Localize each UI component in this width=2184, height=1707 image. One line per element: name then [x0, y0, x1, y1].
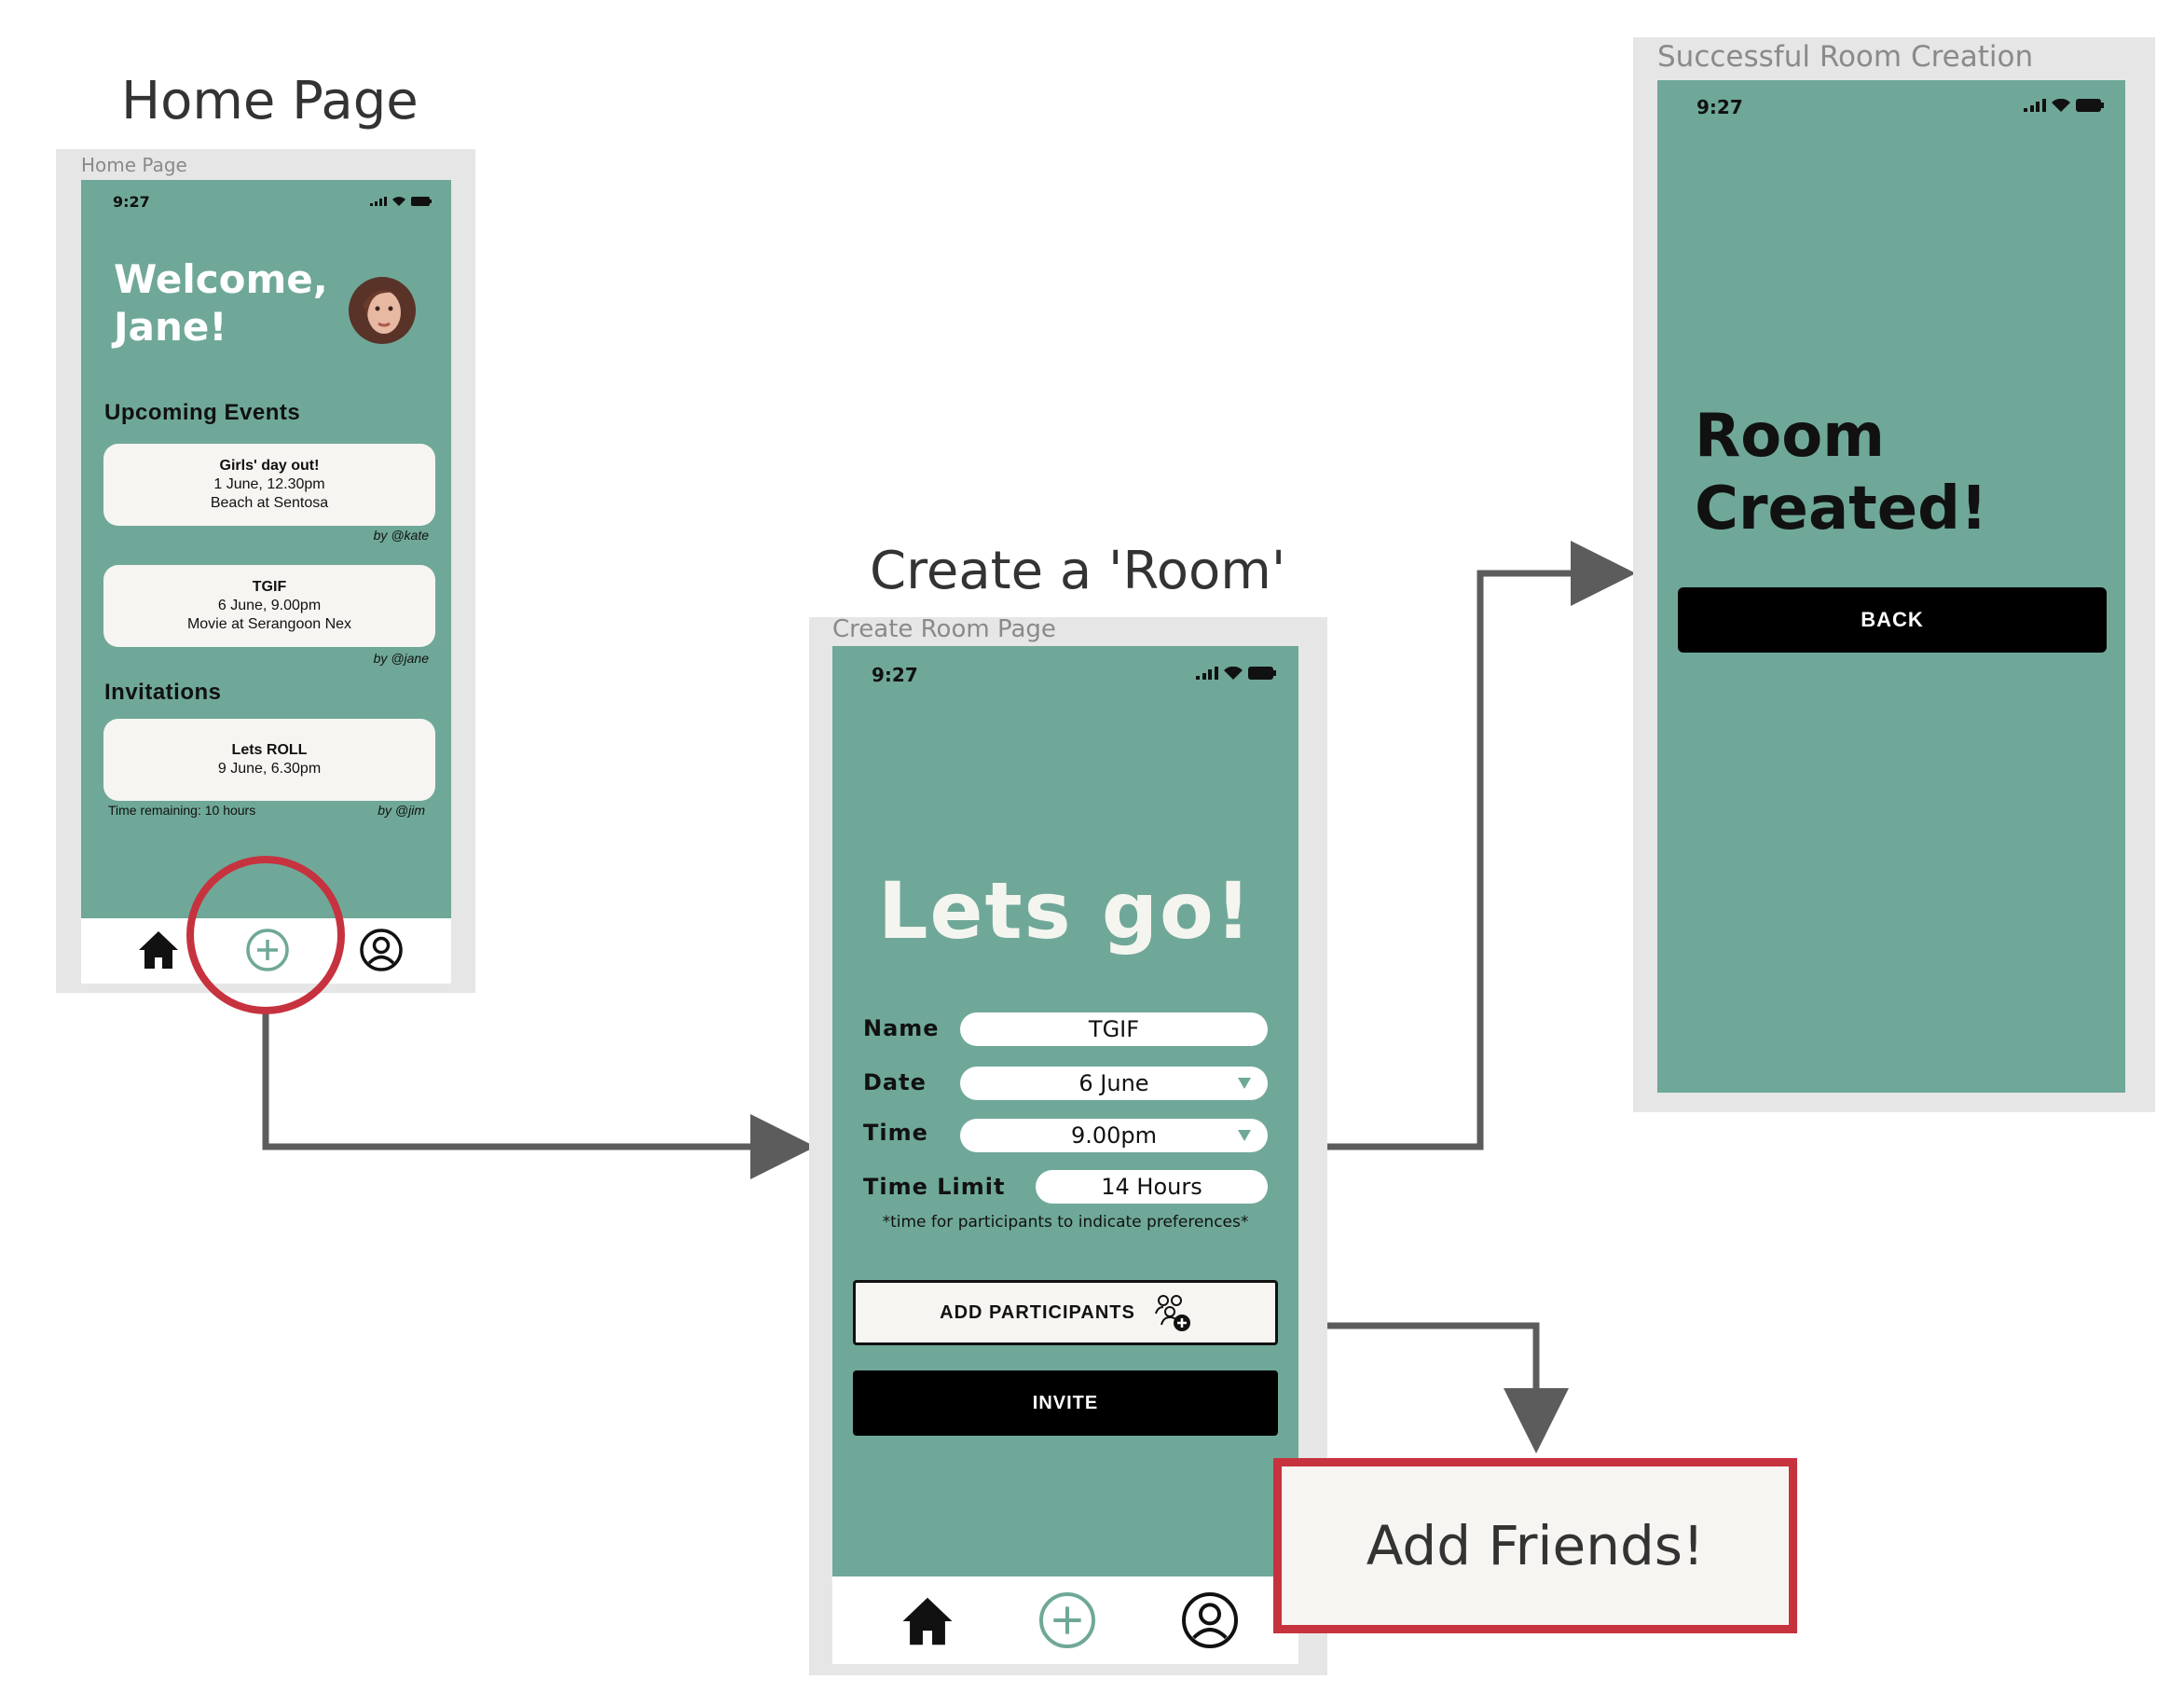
status-time: 9:27 — [113, 193, 150, 211]
wifi-icon — [1224, 667, 1243, 680]
back-button[interactable]: BACK — [1678, 587, 2107, 653]
event-where: Movie at Serangoon Nex — [186, 616, 352, 632]
home-screen: 9:27 Welcome, Jane! Upcoming Events Girl… — [81, 180, 451, 918]
chevron-down-icon — [1238, 1130, 1251, 1141]
invitation-card[interactable]: Lets ROLL 9 June, 6.30pm — [103, 719, 435, 801]
battery-icon — [2076, 99, 2104, 112]
event-card[interactable]: TGIF 6 June, 9.00pm Movie at Serangoon N… — [103, 565, 435, 647]
connector-create-to-success — [1326, 541, 1636, 1150]
profile-icon[interactable] — [1180, 1590, 1240, 1650]
home-page-title: Home Page — [121, 71, 419, 131]
time-limit-hint: *time for participants to indicate prefe… — [882, 1213, 1249, 1232]
time-value: 9.00pm — [1070, 1122, 1158, 1149]
invitation-host: by @jim — [378, 803, 425, 818]
add-people-icon — [1154, 1295, 1190, 1331]
time-limit-value: 14 Hours — [1101, 1174, 1202, 1200]
battery-icon — [411, 197, 432, 206]
invitations-heading: Invitations — [104, 680, 222, 705]
welcome-text-line1: Welcome, — [114, 256, 328, 302]
time-label: Time — [863, 1120, 928, 1146]
status-icons — [370, 197, 432, 206]
invitation-when: 9 June, 6.30pm — [217, 761, 322, 777]
success-screen: 9:27 Room Created! BACK — [1657, 80, 2125, 1093]
connector-home-to-create — [262, 1012, 816, 1179]
event-title: Girls' day out! — [219, 458, 320, 474]
add-friends-callout: Add Friends! — [1273, 1458, 1797, 1633]
success-message-line1: Room — [1695, 402, 1885, 471]
signal-icon — [370, 197, 387, 206]
event-when: 1 June, 12.30pm — [213, 476, 325, 492]
invitation-time-remaining: Time remaining: 10 hours — [108, 803, 256, 818]
time-limit-field[interactable]: 14 Hours — [1036, 1170, 1268, 1204]
wifi-icon — [392, 197, 405, 206]
invite-button[interactable]: INVITE — [853, 1370, 1278, 1436]
home-icon[interactable] — [137, 929, 180, 971]
name-field[interactable]: TGIF — [960, 1012, 1268, 1046]
welcome-text-line2: Jane! — [114, 304, 227, 350]
date-value: 6 June — [1078, 1070, 1149, 1096]
date-label: Date — [863, 1069, 927, 1095]
upcoming-events-heading: Upcoming Events — [104, 400, 301, 425]
event-when: 6 June, 9.00pm — [217, 598, 322, 613]
success-message-line2: Created! — [1695, 475, 1988, 544]
time-limit-label: Time Limit — [863, 1174, 1006, 1200]
signal-icon — [1196, 667, 1218, 680]
name-label: Name — [863, 1015, 940, 1041]
status-time: 9:27 — [1696, 96, 1743, 118]
invitation-title: Lets ROLL — [231, 742, 308, 758]
battery-icon — [1248, 667, 1276, 680]
add-participants-label: ADD PARTICIPANTS — [940, 1301, 1135, 1323]
success-frame-label: Successful Room Creation — [1657, 40, 2034, 74]
create-room-title: Create a 'Room' — [870, 541, 1286, 601]
chevron-down-icon — [1238, 1078, 1251, 1089]
event-host: by @kate — [373, 528, 429, 543]
wifi-icon — [2052, 99, 2070, 112]
add-friends-text: Add Friends! — [1366, 1514, 1705, 1577]
time-select[interactable]: 9.00pm — [960, 1119, 1268, 1152]
event-host: by @jane — [373, 651, 429, 666]
create-bottom-nav — [832, 1576, 1298, 1664]
create-frame-label: Create Room Page — [832, 615, 1056, 643]
headline: Lets go! — [877, 865, 1254, 957]
status-icons — [2024, 99, 2104, 112]
home-icon[interactable] — [900, 1595, 955, 1647]
create-screen: 9:27 Lets go! Name TGIF Date 6 June Time… — [832, 646, 1298, 1576]
plus-circle-icon[interactable] — [1037, 1590, 1097, 1650]
status-time: 9:27 — [872, 664, 918, 686]
name-value: TGIF — [1088, 1016, 1140, 1042]
highlight-circle — [186, 856, 345, 1014]
event-title: TGIF — [252, 579, 287, 595]
event-where: Beach at Sentosa — [210, 495, 329, 511]
event-card[interactable]: Girls' day out! 1 June, 12.30pm Beach at… — [103, 444, 435, 526]
add-participants-button[interactable]: ADD PARTICIPANTS — [853, 1280, 1278, 1345]
profile-icon[interactable] — [359, 928, 404, 972]
connector-create-to-add-friends — [1326, 1322, 1569, 1453]
date-select[interactable]: 6 June — [960, 1067, 1268, 1100]
avatar[interactable] — [349, 277, 416, 344]
status-icons — [1196, 667, 1276, 680]
signal-icon — [2024, 99, 2046, 112]
home-frame-label: Home Page — [81, 154, 187, 176]
